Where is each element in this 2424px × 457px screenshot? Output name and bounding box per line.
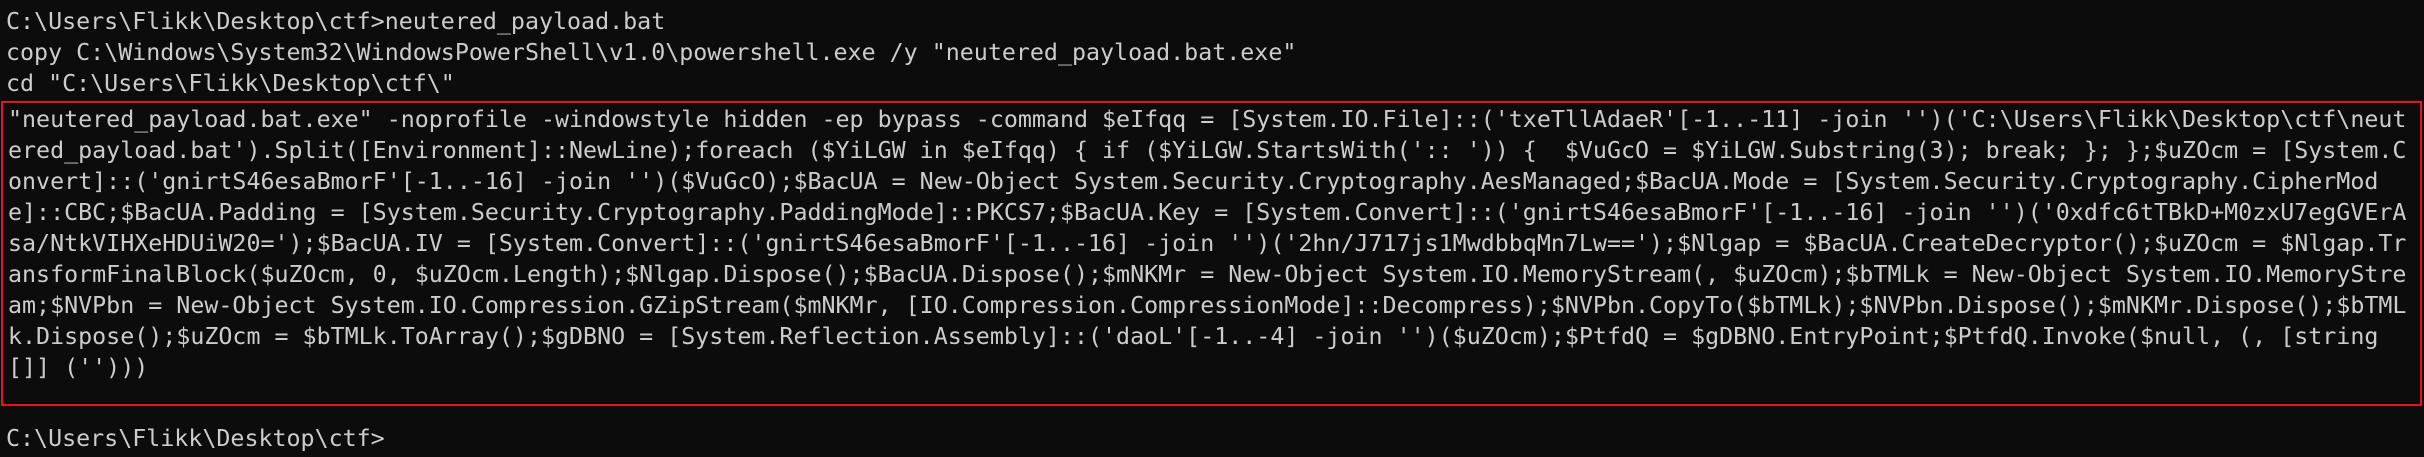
final-prompt-line[interactable]: C:\Users\Flikk\Desktop\ctf> (6, 423, 385, 454)
cd-command-line: cd "C:\Users\Flikk\Desktop\ctf\" (6, 70, 455, 97)
console-window[interactable]: C:\Users\Flikk\Desktop\ctf>neutered_payl… (0, 0, 2424, 457)
payload-command-text: "neutered_payload.bat.exe" -noprofile -w… (8, 106, 2407, 381)
payload-highlight-box: "neutered_payload.bat.exe" -noprofile -w… (1, 101, 2422, 406)
prompt-line: C:\Users\Flikk\Desktop\ctf>neutered_payl… (6, 8, 666, 35)
copy-command-line: copy C:\Windows\System32\WindowsPowerShe… (6, 39, 1297, 66)
